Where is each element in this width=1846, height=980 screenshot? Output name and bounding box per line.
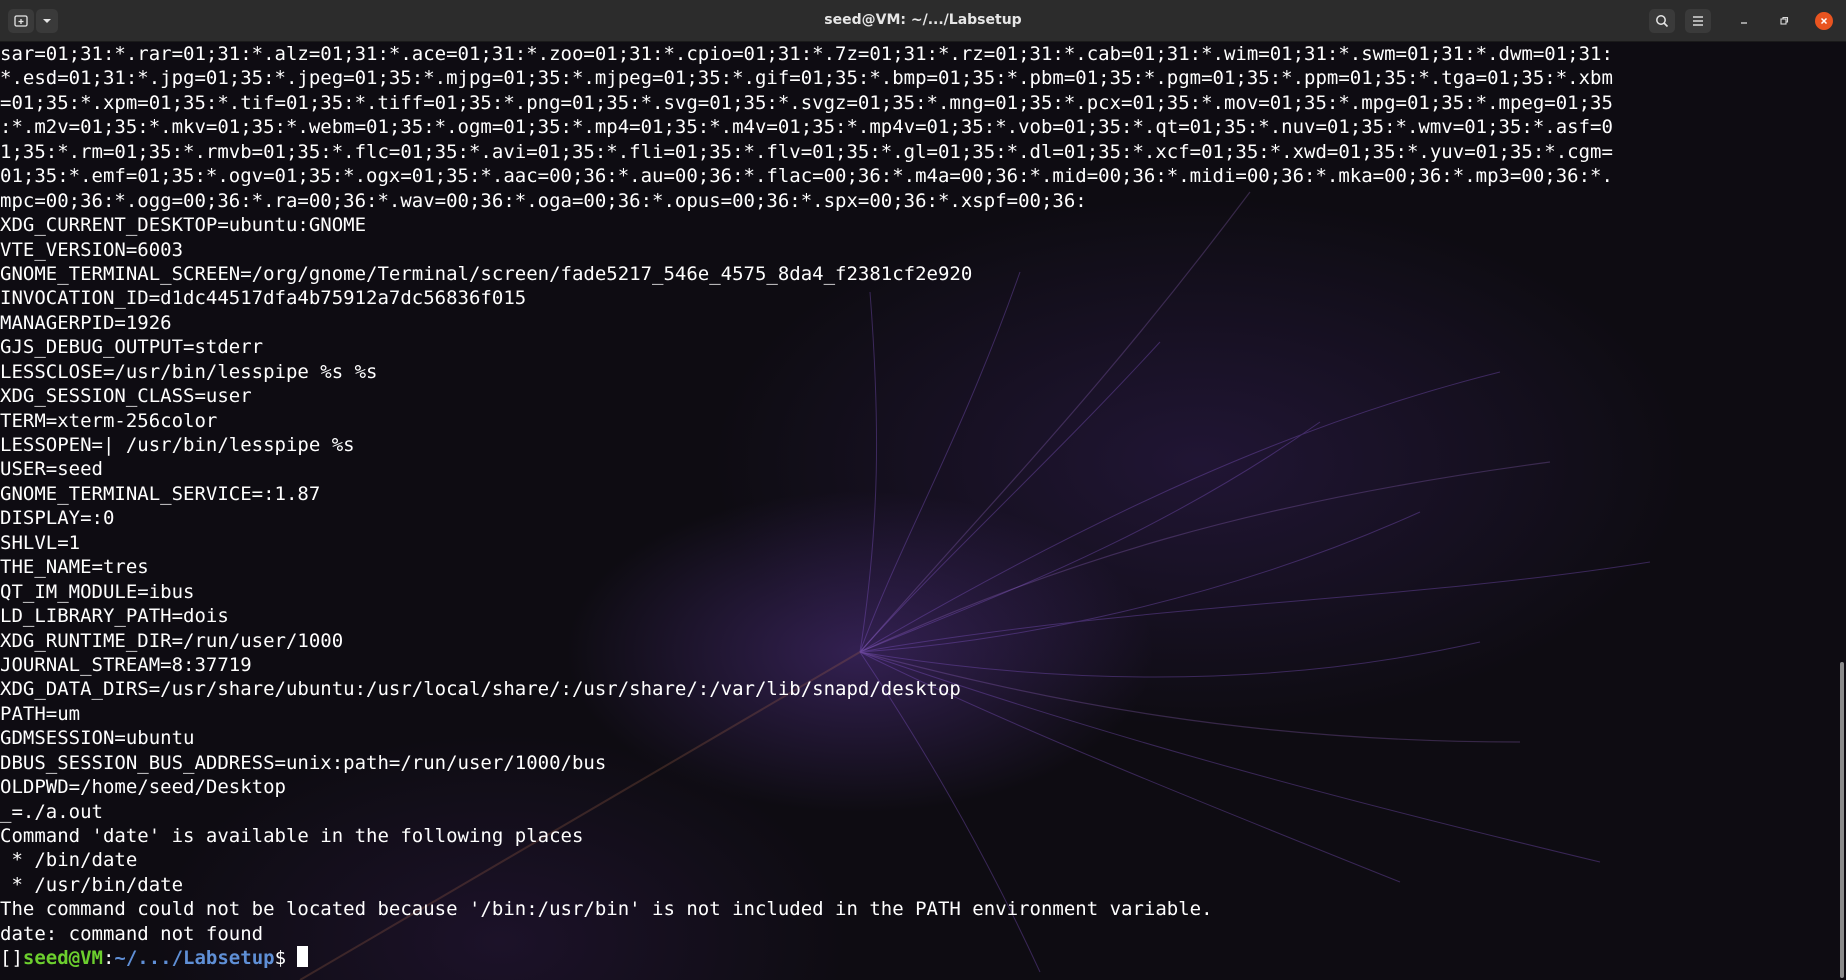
terminal-line: GNOME_TERMINAL_SCREEN=/org/gnome/Termina…: [0, 262, 973, 285]
terminal-line: SHLVL=1: [0, 531, 81, 554]
terminal-window: seed@VM: ~/.../Labsetup sar=01;31:*.rar=…: [0, 0, 1846, 980]
terminal-line: LD_LIBRARY_PATH=dois: [0, 605, 229, 628]
terminal-line: GNOME_TERMINAL_SERVICE=:1.87: [0, 482, 321, 505]
prompt-line[interactable]: []seed@VM:~/.../Labsetup$: [0, 946, 1613, 970]
prompt-path: ~/.../Labsetup: [114, 947, 275, 970]
terminal-area[interactable]: sar=01;31:*.rar=01;31:*.alz=01;31:*.ace=…: [0, 42, 1846, 980]
search-button[interactable]: [1649, 9, 1675, 33]
terminal-line: GDMSESSION=ubuntu: [0, 727, 195, 750]
terminal-line: 01;35:*.emf=01;35:*.ogv=01;35:*.ogx=01;3…: [0, 165, 1613, 188]
menu-button[interactable]: [1685, 9, 1711, 33]
terminal-line: =01;35:*.xpm=01;35:*.tif=01;35:*.tiff=01…: [0, 91, 1613, 114]
terminal-output: sar=01;31:*.rar=01;31:*.alz=01;31:*.ace=…: [0, 42, 1613, 971]
minimize-icon: [1741, 22, 1747, 24]
terminal-line: GJS_DEBUG_OUTPUT=stderr: [0, 336, 264, 359]
hamburger-menu-icon: [1693, 16, 1703, 26]
window-title: seed@VM: ~/.../Labsetup: [824, 12, 1022, 28]
terminal-line: mpc=00;36:*.ogg=00;36:*.ra=00;36:*.wav=0…: [0, 189, 1087, 212]
prompt-prefix: []: [0, 947, 23, 970]
terminal-line: :*.m2v=01;35:*.mkv=01;35:*.webm=01;35:*.…: [0, 116, 1613, 139]
terminal-line: THE_NAME=tres: [0, 556, 149, 579]
terminal-line: USER=seed: [0, 458, 103, 481]
restore-icon: [1780, 16, 1789, 25]
text-cursor: [297, 946, 309, 968]
terminal-line: _=./a.out: [0, 800, 103, 823]
terminal-line: * /usr/bin/date: [0, 873, 184, 896]
maximize-button[interactable]: [1775, 12, 1793, 30]
terminal-line: JOURNAL_STREAM=8:37719: [0, 653, 252, 676]
terminal-line: XDG_SESSION_CLASS=user: [0, 385, 252, 408]
minimize-button[interactable]: [1735, 12, 1753, 30]
terminal-line: QT_IM_MODULE=ibus: [0, 580, 195, 603]
terminal-line: LESSCLOSE=/usr/bin/lesspipe %s %s: [0, 360, 378, 383]
prompt-symbol: $: [274, 947, 298, 970]
terminal-line: XDG_DATA_DIRS=/usr/share/ubuntu:/usr/loc…: [0, 678, 961, 701]
terminal-line: date: command not found: [0, 922, 264, 945]
terminal-line: TERM=xterm-256color: [0, 409, 218, 432]
close-icon: [1820, 17, 1828, 25]
close-button[interactable]: [1815, 12, 1833, 30]
terminal-line: *.esd=01;31:*.jpg=01;35:*.jpeg=01;35:*.m…: [0, 67, 1613, 90]
terminal-line: sar=01;31:*.rar=01;31:*.alz=01;31:*.ace=…: [0, 43, 1613, 65]
prompt-user-host: seed@VM: [22, 947, 103, 970]
terminal-line: The command could not be located because…: [0, 898, 1213, 921]
terminal-line: DISPLAY=:0: [0, 507, 115, 530]
terminal-line: VTE_VERSION=6003: [0, 238, 184, 261]
terminal-line: * /bin/date: [0, 849, 138, 872]
terminal-line: Command 'date' is available in the follo…: [0, 825, 584, 847]
terminal-line: XDG_CURRENT_DESKTOP=ubuntu:GNOME: [0, 214, 367, 237]
title-bar[interactable]: seed@VM: ~/.../Labsetup: [0, 0, 1846, 42]
terminal-line: OLDPWD=/home/seed/Desktop: [0, 776, 286, 799]
terminal-line: INVOCATION_ID=d1dc44517dfa4b75912a7dc568…: [0, 287, 527, 310]
terminal-line: MANAGERPID=1926: [0, 311, 172, 334]
scrollbar-thumb[interactable]: [1840, 662, 1844, 978]
search-icon: [1656, 15, 1669, 28]
terminal-line: PATH=um: [0, 702, 81, 725]
terminal-line: LESSOPEN=| /usr/bin/lesspipe %s: [0, 434, 355, 456]
terminal-line: 1;35:*.rm=01;35:*.rmvb=01;35:*.flc=01;35…: [0, 140, 1613, 163]
terminal-line: XDG_RUNTIME_DIR=/run/user/1000: [0, 629, 344, 652]
prompt-separator: :: [102, 947, 115, 970]
terminal-line: DBUS_SESSION_BUS_ADDRESS=unix:path=/run/…: [0, 751, 607, 774]
